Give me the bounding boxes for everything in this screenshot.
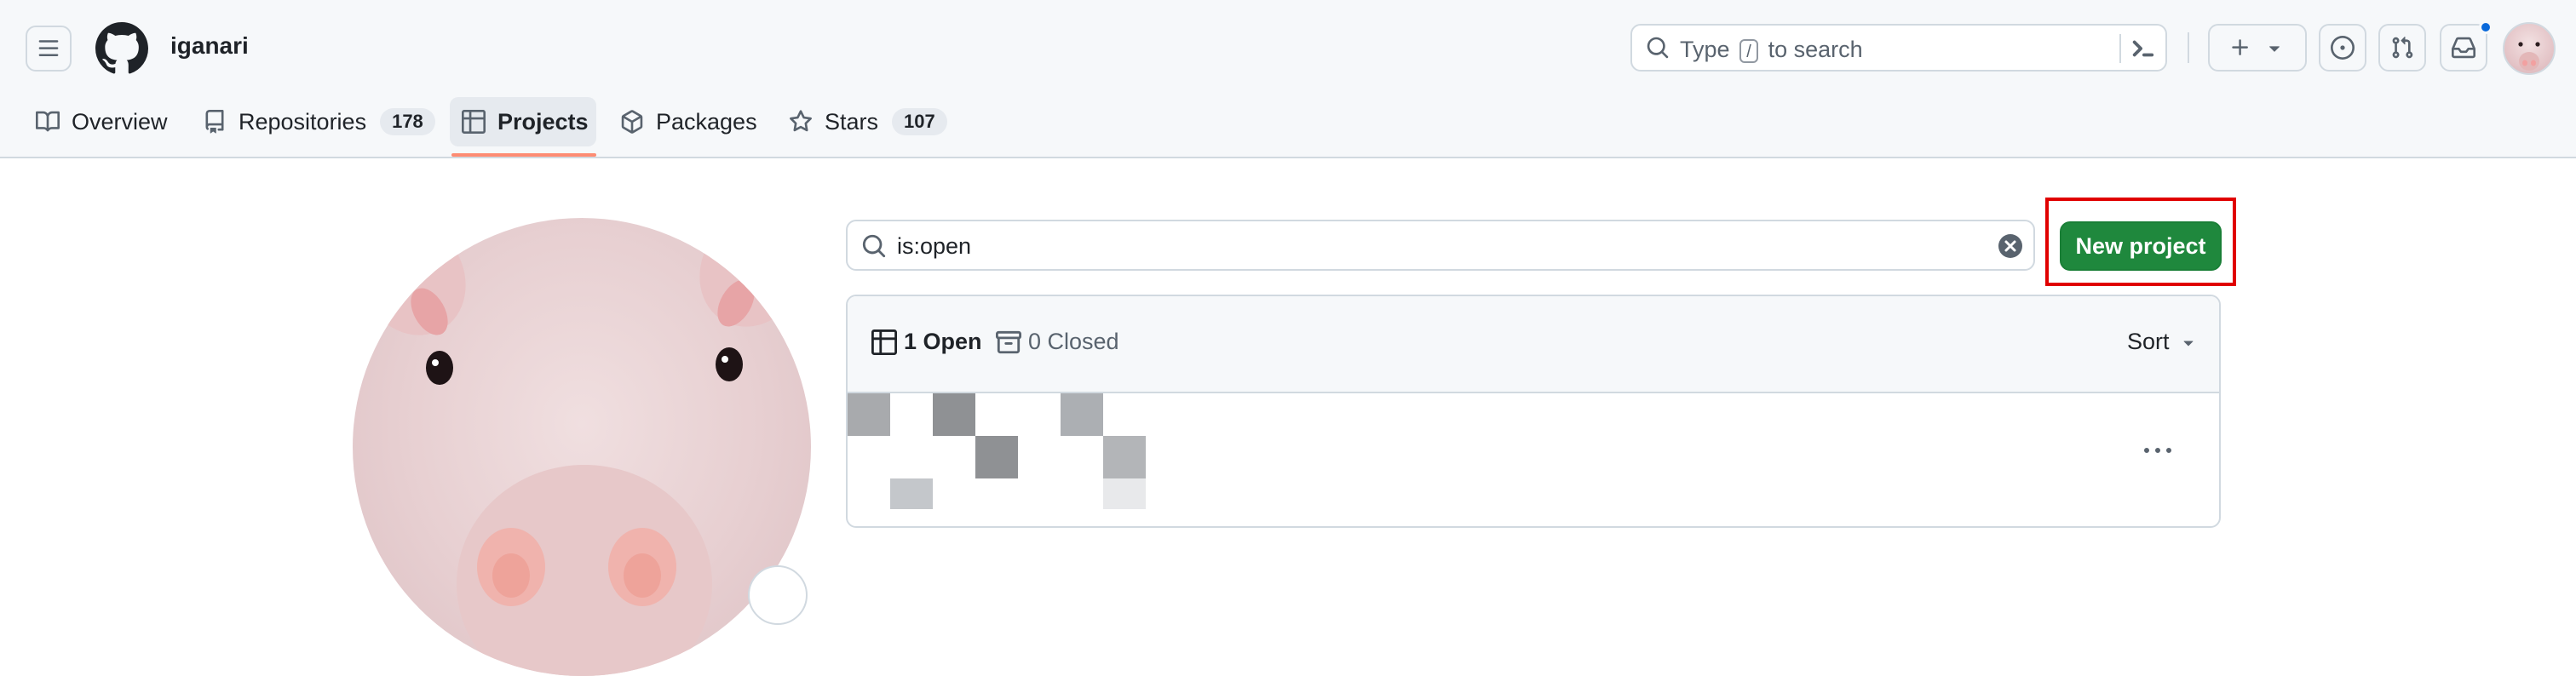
global-search-input[interactable]: Type / to search [1630, 24, 2167, 72]
create-new-button[interactable] [2208, 24, 2307, 72]
archive-icon [996, 330, 1021, 353]
sort-dropdown[interactable]: Sort [2127, 329, 2199, 355]
context-username[interactable]: iganari [170, 32, 249, 60]
star-icon [790, 110, 812, 132]
open-projects-label: 1 Open [904, 329, 982, 354]
github-logo-icon[interactable] [95, 22, 148, 75]
issue-opened-icon [2331, 36, 2355, 60]
notification-indicator [2479, 20, 2493, 34]
table-icon [871, 329, 897, 355]
projects-filter-input[interactable] [846, 220, 2035, 271]
pull-requests-button[interactable] [2378, 24, 2426, 72]
header-separator [2188, 32, 2189, 63]
global-nav-menu-button[interactable] [26, 26, 72, 72]
triangle-down-icon [2183, 341, 2194, 346]
user-avatar[interactable] [2503, 22, 2556, 75]
tab-packages-label: Packages [656, 108, 757, 135]
search-placeholder: Type / to search [1680, 37, 1863, 63]
repo-icon [205, 110, 224, 134]
stars-count-badge: 107 [892, 108, 947, 135]
book-icon [36, 111, 60, 132]
search-icon [862, 234, 886, 258]
search-icon [1647, 37, 1669, 59]
git-pull-request-icon [2392, 37, 2413, 59]
new-project-button[interactable]: New project [2060, 221, 2222, 271]
app-header: iganari Type / to search Overview Reposi… [0, 0, 2576, 158]
tab-stars-label: Stars [825, 108, 879, 135]
profile-avatar-image-icon [359, 218, 807, 676]
tab-repositories-label: Repositories [239, 108, 367, 135]
triangle-down-icon [2269, 46, 2280, 52]
tab-projects[interactable]: Projects [462, 100, 589, 143]
open-projects-filter[interactable]: 1 Open [871, 329, 982, 355]
project-identicon-icon [848, 393, 1146, 509]
package-icon [621, 110, 643, 134]
active-tab-indicator [451, 153, 596, 157]
inbox-icon [2452, 37, 2475, 59]
clear-filter-icon[interactable] [1998, 233, 2023, 259]
slash-key-hint: / [1739, 38, 1759, 63]
set-status-button[interactable] [748, 565, 808, 625]
projects-list-header: 1 Open 0 Closed Sort [848, 296, 2219, 393]
projects-list: 1 Open 0 Closed Sort [846, 295, 2221, 528]
tab-projects-label: Projects [497, 108, 589, 135]
project-options-button[interactable] [2139, 438, 2176, 465]
search-divider [2119, 34, 2121, 63]
repositories-count-badge: 178 [380, 108, 435, 135]
tab-packages[interactable]: Packages [620, 100, 757, 143]
list-item[interactable] [848, 393, 2219, 526]
sort-label: Sort [2127, 329, 2170, 354]
tab-stars[interactable]: Stars 107 [789, 100, 947, 143]
tab-overview-label: Overview [72, 108, 168, 135]
hamburger-icon [38, 40, 59, 56]
table-icon [462, 110, 486, 134]
plus-icon [2232, 39, 2248, 55]
issues-button[interactable] [2319, 24, 2366, 72]
closed-projects-label: 0 Closed [1028, 329, 1119, 354]
kebab-horizontal-icon [2144, 448, 2171, 453]
tab-overview[interactable]: Overview [36, 100, 168, 143]
tab-repositories[interactable]: Repositories 178 [203, 100, 435, 143]
profile-avatar[interactable] [353, 218, 811, 676]
closed-projects-filter[interactable]: 0 Closed [996, 329, 1119, 355]
avatar-image-icon [2518, 42, 2540, 71]
command-palette-icon[interactable] [2130, 36, 2155, 61]
projects-filter-text[interactable] [897, 233, 1953, 260]
